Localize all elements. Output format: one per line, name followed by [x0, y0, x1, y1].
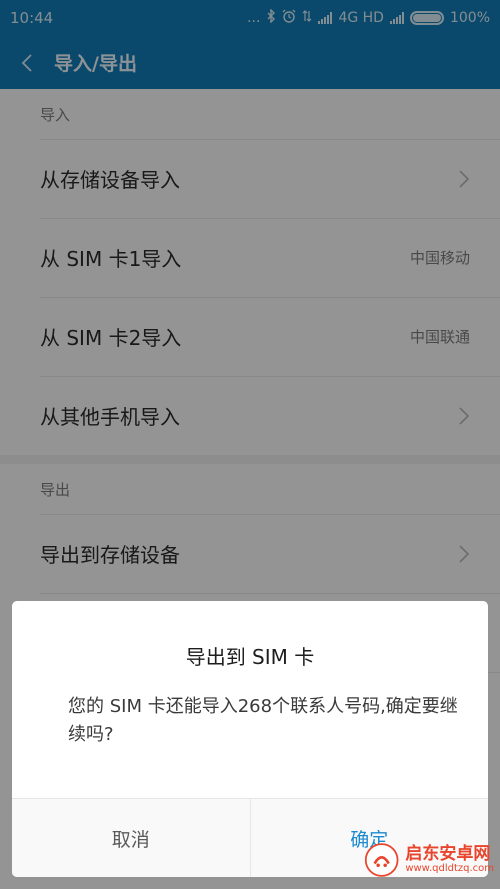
watermark-name: 启东安卓网 [405, 843, 491, 864]
watermark-url: www.qdldtzq.com [405, 862, 494, 874]
cancel-button[interactable]: 取消 [12, 799, 251, 877]
export-to-sim-dialog: 导出到 SIM 卡 您的 SIM 卡还能导入268个联系人号码,确定要继续吗? … [12, 601, 488, 877]
watermark-text: 启东安卓网 www.qdldtzq.com [405, 843, 494, 874]
site-watermark: 启东安卓网 www.qdldtzq.com [364, 837, 494, 883]
dialog-title: 导出到 SIM 卡 [185, 645, 315, 669]
screen: 10:44 ... 4G HD 100% 导入/导出 导入 从存储设备导入 从 … [0, 0, 500, 889]
dialog-message: 您的 SIM 卡还能导入268个联系人号码,确定要继续吗? [68, 696, 458, 745]
watermark-logo-icon [364, 843, 399, 877]
